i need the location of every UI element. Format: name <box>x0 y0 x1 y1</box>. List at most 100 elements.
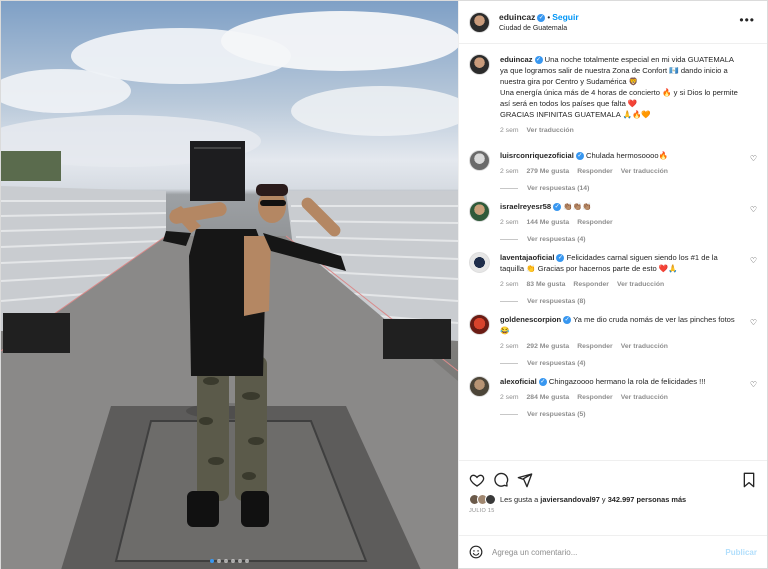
verified-badge-icon: ✓ <box>575 152 584 160</box>
comment-time[interactable]: 2 sem <box>500 279 519 290</box>
carousel-dot <box>245 559 249 563</box>
comment-likes[interactable]: 292 Me gusta <box>527 341 570 352</box>
commenter-avatar[interactable] <box>469 150 490 171</box>
replies-line <box>500 239 518 240</box>
reply-button[interactable]: Responder <box>573 279 609 290</box>
post-photo[interactable] <box>1 1 458 569</box>
post-header: eduincaz ✓ • Seguir Ciudad de Guatemala ••• <box>459 1 767 44</box>
likes-prefix: Les gusta a <box>500 495 539 504</box>
comment-username[interactable]: luisrconriquezoficial <box>500 151 574 160</box>
comment-heart-icon[interactable]: ♡ <box>750 318 757 327</box>
post-dialog: eduincaz ✓ • Seguir Ciudad de Guatemala •••… <box>0 0 768 569</box>
comment-likes[interactable]: 284 Me gusta <box>527 392 570 403</box>
comment-heart-icon[interactable]: ♡ <box>750 154 757 163</box>
carousel-dot <box>231 559 235 563</box>
caption-username[interactable]: eduincaz <box>500 55 533 64</box>
comment-likes[interactable]: 144 Me gusta <box>527 217 570 228</box>
replies-line <box>500 301 518 302</box>
view-replies-button[interactable]: Ver respuestas (5) <box>500 411 757 418</box>
reply-button[interactable]: Responder <box>577 217 613 228</box>
reply-button[interactable]: Responder <box>577 392 613 403</box>
comment-heart-icon[interactable]: ♡ <box>750 205 757 214</box>
view-replies-button[interactable]: Ver respuestas (4) <box>500 360 757 367</box>
verified-badge-icon: ✓ <box>534 56 543 64</box>
add-comment-bar: Publicar <box>459 535 767 568</box>
separator-dot: • <box>547 13 551 22</box>
carousel-dot <box>224 559 228 563</box>
view-replies-button[interactable]: Ver respuestas (4) <box>500 236 757 243</box>
view-replies-label: Ver respuestas (8) <box>527 298 586 305</box>
likes-count[interactable]: 342.997 personas más <box>608 495 686 504</box>
liker-avatar <box>485 494 496 505</box>
comment-heart-icon[interactable]: ♡ <box>750 380 757 389</box>
commenter-avatar[interactable] <box>469 314 490 335</box>
view-replies-button[interactable]: Ver respuestas (8) <box>500 298 757 305</box>
comment-input[interactable] <box>492 547 726 557</box>
smiley-icon[interactable] <box>469 545 483 559</box>
caption-meta: 2 sem Ver traducción <box>500 125 743 136</box>
author-username[interactable]: eduincaz <box>499 12 535 22</box>
translate-link[interactable]: Ver traducción <box>617 279 664 290</box>
view-replies-label: Ver respuestas (4) <box>527 236 586 243</box>
comment-time[interactable]: 2 sem <box>500 341 519 352</box>
comment-username[interactable]: alexoficial <box>500 377 537 386</box>
replies-line <box>500 363 518 364</box>
comment-meta: 2 sem 279 Me gusta Responder Ver traducc… <box>500 166 743 177</box>
bookmark-icon[interactable] <box>741 472 757 488</box>
view-replies-label: Ver respuestas (14) <box>527 185 590 192</box>
view-replies-label: Ver respuestas (4) <box>527 360 586 367</box>
likes-user[interactable]: javiersandoval97 <box>540 495 600 504</box>
author-info: eduincaz ✓ • Seguir Ciudad de Guatemala <box>499 12 579 32</box>
comment-heart-icon[interactable]: ♡ <box>750 256 757 265</box>
comments-list[interactable]: eduincaz ✓ Una noche totalmente especial … <box>459 44 767 460</box>
heart-outline-icon[interactable] <box>469 472 485 488</box>
paper-plane-icon[interactable] <box>517 472 533 488</box>
comment-item: alexoficial ✓ Chingazoooo hermano la rola… <box>469 376 757 403</box>
comment-username[interactable]: goldenescorpion <box>500 315 561 324</box>
comment-time[interactable]: 2 sem <box>500 392 519 403</box>
comment-meta: 2 sem 292 Me gusta Responder Ver traducc… <box>500 341 743 352</box>
comment-text: 👏🏽👏🏽👏🏽 <box>563 202 592 211</box>
comment-likes[interactable]: 83 Me gusta <box>527 279 566 290</box>
commenter-avatar[interactable] <box>469 201 490 222</box>
likes-text: Les gusta a javiersandoval97 y 342.997 p… <box>500 495 686 504</box>
reply-button[interactable]: Responder <box>577 166 613 177</box>
translate-link[interactable]: Ver traducción <box>621 341 668 352</box>
caption-text-line3: GRACIAS INFINITAS GUATEMALA 🙏🔥🧡 <box>500 110 651 119</box>
post-date: JULIO 15 <box>469 508 495 514</box>
action-bar <box>469 469 757 491</box>
comment-username[interactable]: israelreyesr58 <box>500 202 551 211</box>
carousel-dot-active <box>210 559 214 563</box>
comment-body: israelreyesr58 ✓ 👏🏽👏🏽👏🏽 2 sem 144 Me gust… <box>500 201 757 228</box>
reply-button[interactable]: Responder <box>577 341 613 352</box>
comment-time[interactable]: 2 sem <box>500 217 519 228</box>
comment-username[interactable]: laventajaoficial <box>500 253 554 262</box>
comment-bubble-icon[interactable] <box>493 472 509 488</box>
concert-stage-photo <box>1 11 458 569</box>
comment-likes[interactable]: 279 Me gusta <box>527 166 570 177</box>
comment-body: goldenescorpion ✓ Ya me dio cruda nomás d… <box>500 314 757 352</box>
comment-meta: 2 sem 284 Me gusta Responder Ver traducc… <box>500 392 743 403</box>
post-location[interactable]: Ciudad de Guatemala <box>499 25 579 32</box>
verified-badge-icon: ✓ <box>563 316 572 324</box>
commenter-avatar[interactable] <box>469 252 490 273</box>
translate-link[interactable]: Ver traducción <box>621 392 668 403</box>
follow-button[interactable]: Seguir <box>552 12 578 22</box>
author-avatar[interactable] <box>469 11 490 33</box>
carousel-dot <box>217 559 221 563</box>
view-replies-button[interactable]: Ver respuestas (14) <box>500 185 757 192</box>
comment-item: israelreyesr58 ✓ 👏🏽👏🏽👏🏽 2 sem 144 Me gust… <box>469 201 757 228</box>
more-horizontal-icon[interactable]: ••• <box>739 13 755 27</box>
translate-link[interactable]: Ver traducción <box>621 166 668 177</box>
comment-meta: 2 sem 83 Me gusta Responder Ver traducci… <box>500 279 743 290</box>
replies-line <box>500 188 518 189</box>
caption-time[interactable]: 2 sem <box>500 125 519 136</box>
likes-summary: Les gusta a javiersandoval97 y 342.997 p… <box>469 494 757 505</box>
author-avatar[interactable] <box>469 54 490 75</box>
comment-time[interactable]: 2 sem <box>500 166 519 177</box>
carousel-dot <box>238 559 242 563</box>
publish-button[interactable]: Publicar <box>725 548 757 557</box>
view-replies-label: Ver respuestas (5) <box>527 411 586 418</box>
translate-link[interactable]: Ver traducción <box>527 125 574 136</box>
commenter-avatar[interactable] <box>469 376 490 397</box>
